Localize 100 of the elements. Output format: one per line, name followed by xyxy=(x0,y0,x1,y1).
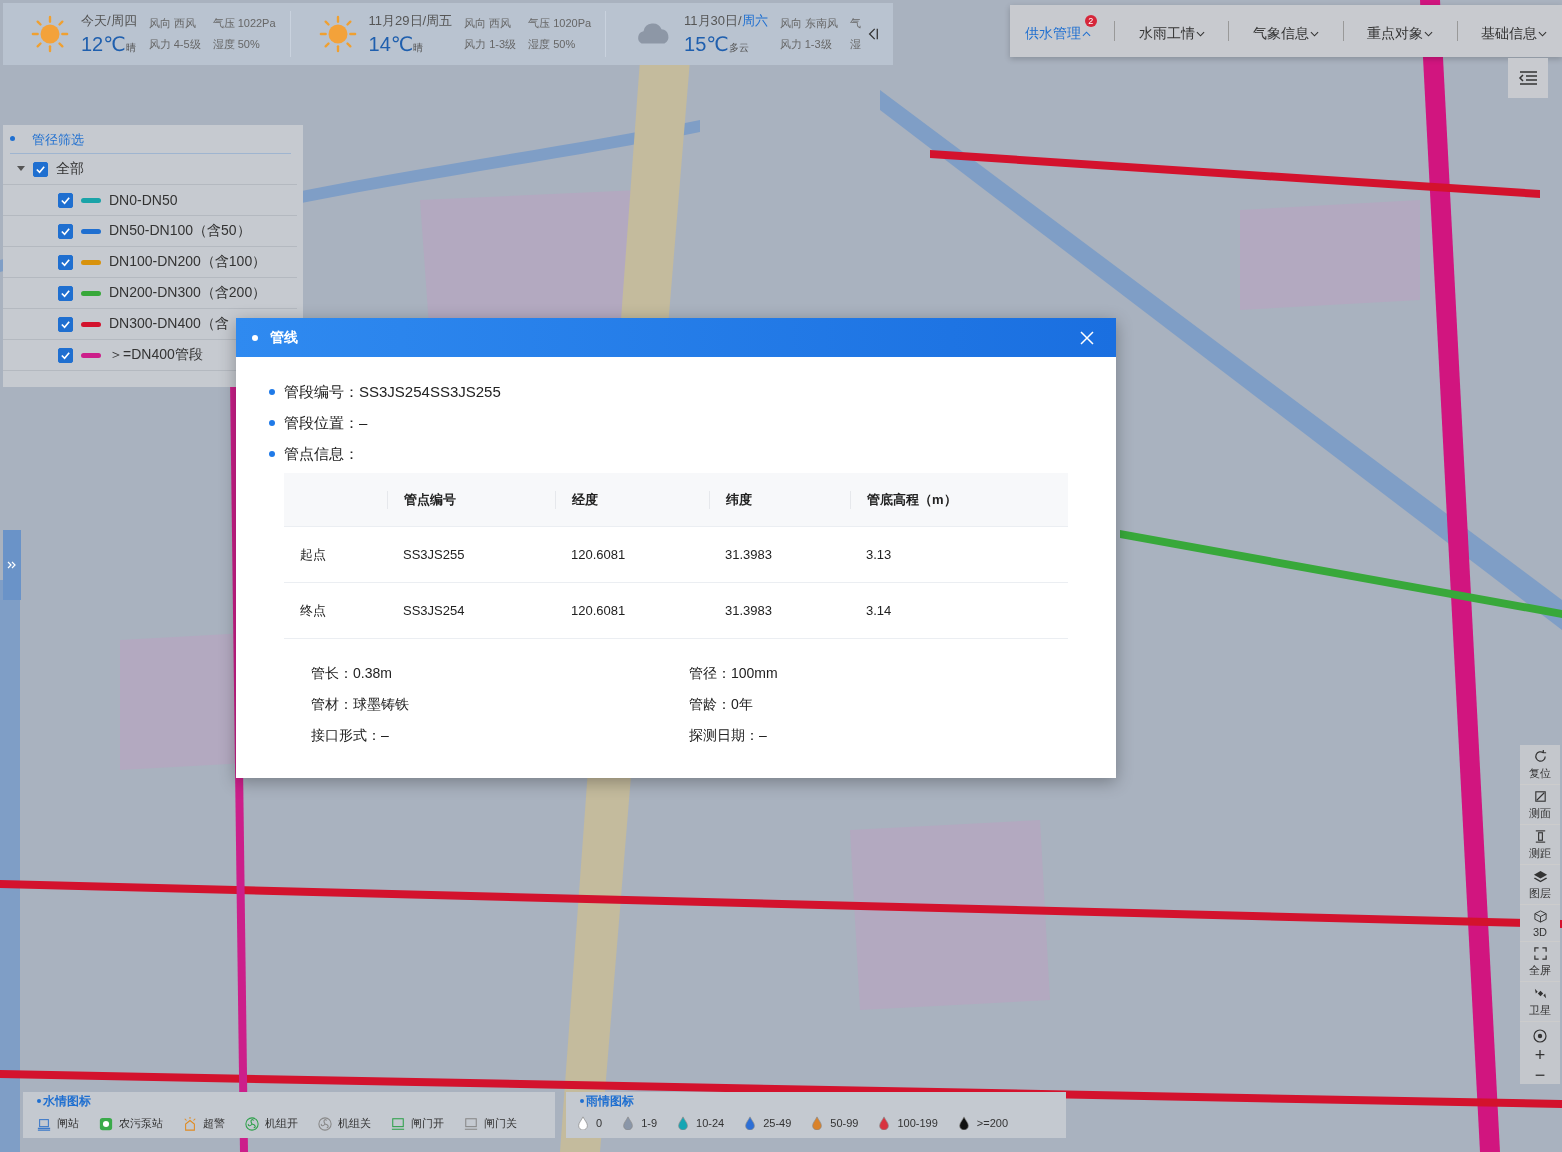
weather-info: 风力 1-3级 xyxy=(779,37,833,52)
weather-info: 气压 1020Pa xyxy=(528,16,592,31)
temperature: 14℃ xyxy=(368,32,414,56)
caret-icon xyxy=(1081,31,1091,37)
caret-icon xyxy=(1195,31,1205,37)
table-cell-text: 起点 xyxy=(299,545,327,564)
weather-info: 湿 xyxy=(849,37,861,52)
table-cell-text: 3.13 xyxy=(865,547,893,562)
weather-info: 湿度 50% xyxy=(528,37,577,52)
table-cell-text: 120.6081 xyxy=(570,603,627,618)
checkbox[interactable] xyxy=(58,285,73,301)
nav-tab[interactable]: 水雨工情 xyxy=(1132,21,1211,47)
tool-button[interactable]: 复位 xyxy=(1520,745,1560,785)
monitor-icon xyxy=(391,1116,405,1131)
column-header: 经度 xyxy=(555,490,709,509)
warning-icon xyxy=(183,1116,197,1131)
fan-icon xyxy=(245,1116,259,1131)
caret-icon[interactable] xyxy=(17,166,25,172)
check-icon xyxy=(60,349,71,361)
check-icon xyxy=(60,318,71,330)
legend-label: >=200 xyxy=(976,1117,1009,1129)
filter-label: DN100-DN200（含100） xyxy=(109,253,267,271)
filter-label: ＞=DN400管段 xyxy=(109,346,203,364)
table-cell-text: 120.6081 xyxy=(570,547,627,562)
checkbox[interactable] xyxy=(33,161,48,177)
weather-info: 风向 东南风 xyxy=(779,16,838,31)
info-field: 管段位置：– xyxy=(269,411,368,435)
filter-label: DN0-DN50 xyxy=(109,192,178,208)
detail-text: 探测日期：– xyxy=(689,726,767,745)
legend-label: 闸门关 xyxy=(484,1116,517,1131)
menu-button[interactable] xyxy=(1508,58,1548,98)
filter-label: DN50-DN100（含50） xyxy=(109,222,251,240)
layers-icon xyxy=(1532,869,1548,884)
table-cell-text: 31.3983 xyxy=(724,603,773,618)
tool-button[interactable]: 图层 xyxy=(1520,865,1560,905)
legend-label: 100-199 xyxy=(897,1117,938,1129)
column-header: 纬度 xyxy=(709,490,850,509)
drop-icon xyxy=(810,1116,825,1130)
tool-button[interactable]: 3D xyxy=(1520,905,1560,942)
weather-info: 风力 1-3级 xyxy=(464,37,517,52)
weather-info: 风向 西风 xyxy=(464,16,513,31)
nav-tab[interactable]: 气象信息 xyxy=(1246,21,1325,47)
check-icon xyxy=(60,194,71,206)
weather-date: 11月29日/周五 xyxy=(368,12,453,30)
temperature: 15℃ xyxy=(684,32,729,56)
drop-icon xyxy=(743,1116,758,1130)
legend-label: 机组关 xyxy=(338,1116,371,1131)
caret-icon xyxy=(1309,31,1319,37)
nav-tab[interactable]: 重点对象 xyxy=(1361,21,1440,47)
legend-title: 水情图标 xyxy=(23,1092,91,1110)
legend-label: 闸门开 xyxy=(411,1116,444,1131)
filter-label: 全部 xyxy=(56,160,84,178)
legend-label: 10-24 xyxy=(696,1117,725,1129)
weather-desc: 晴 xyxy=(125,42,136,55)
collapse-icon[interactable] xyxy=(866,27,879,41)
checkbox[interactable] xyxy=(58,316,73,332)
table-cell-text: 3.14 xyxy=(865,603,893,618)
locate-icon[interactable] xyxy=(1532,1028,1548,1044)
legend-label: 50-99 xyxy=(830,1117,859,1129)
tool-button[interactable]: 测距 xyxy=(1520,825,1560,865)
legend-title: 雨情图标 xyxy=(566,1092,634,1110)
weather-desc: 多云 xyxy=(728,42,749,55)
detail-text: 管材：球墨铸铁 xyxy=(311,695,409,714)
menu-icon xyxy=(1518,70,1538,86)
zoom-button[interactable]: − xyxy=(1534,1066,1546,1084)
panel-title: 管径筛选 xyxy=(10,125,291,154)
legend-label: 闸站 xyxy=(57,1116,79,1131)
nav-tab[interactable]: 基础信息 xyxy=(1475,21,1554,47)
area-icon xyxy=(1532,789,1548,804)
drop-icon xyxy=(676,1116,691,1130)
weather-info: 气压 1022Pa xyxy=(212,16,276,31)
checkbox[interactable] xyxy=(58,223,73,239)
caret-icon xyxy=(1424,31,1434,37)
table-cell-text: 终点 xyxy=(299,601,327,620)
zoom-button[interactable]: + xyxy=(1534,1046,1546,1064)
column-header: 管底高程（m） xyxy=(850,490,1068,509)
table-cell-text: SS3JS254 xyxy=(402,603,466,618)
checkbox[interactable] xyxy=(58,347,73,363)
tool-button[interactable]: 测面 xyxy=(1520,785,1560,825)
checkbox[interactable] xyxy=(58,192,73,208)
tool-button[interactable]: 卫星 xyxy=(1520,982,1560,1022)
check-icon xyxy=(60,225,71,237)
close-icon[interactable] xyxy=(1080,330,1094,345)
weather-info: 湿度 50% xyxy=(212,37,261,52)
legend-label: 机组开 xyxy=(265,1116,298,1131)
column-header: 管点编号 xyxy=(387,490,555,509)
legend-label: 1-9 xyxy=(641,1117,658,1129)
detail-text: 管长：0.38m xyxy=(311,664,392,683)
fan-icon xyxy=(318,1116,332,1131)
legend-label: 农污泵站 xyxy=(119,1116,163,1131)
weather-info: 气 xyxy=(849,16,861,31)
tool-button[interactable]: 全屏 xyxy=(1520,942,1560,982)
detail-text: 接口形式：– xyxy=(311,726,389,745)
legend-label: 25-49 xyxy=(763,1117,792,1129)
checkbox[interactable] xyxy=(58,254,73,270)
legend-label: 超警 xyxy=(203,1116,225,1131)
weather-info: 风力 4-5级 xyxy=(148,37,201,52)
count-badge: 2 xyxy=(1084,15,1097,27)
satellite-icon xyxy=(1532,986,1548,1001)
filter-label: DN200-DN300（含200） xyxy=(109,284,267,302)
